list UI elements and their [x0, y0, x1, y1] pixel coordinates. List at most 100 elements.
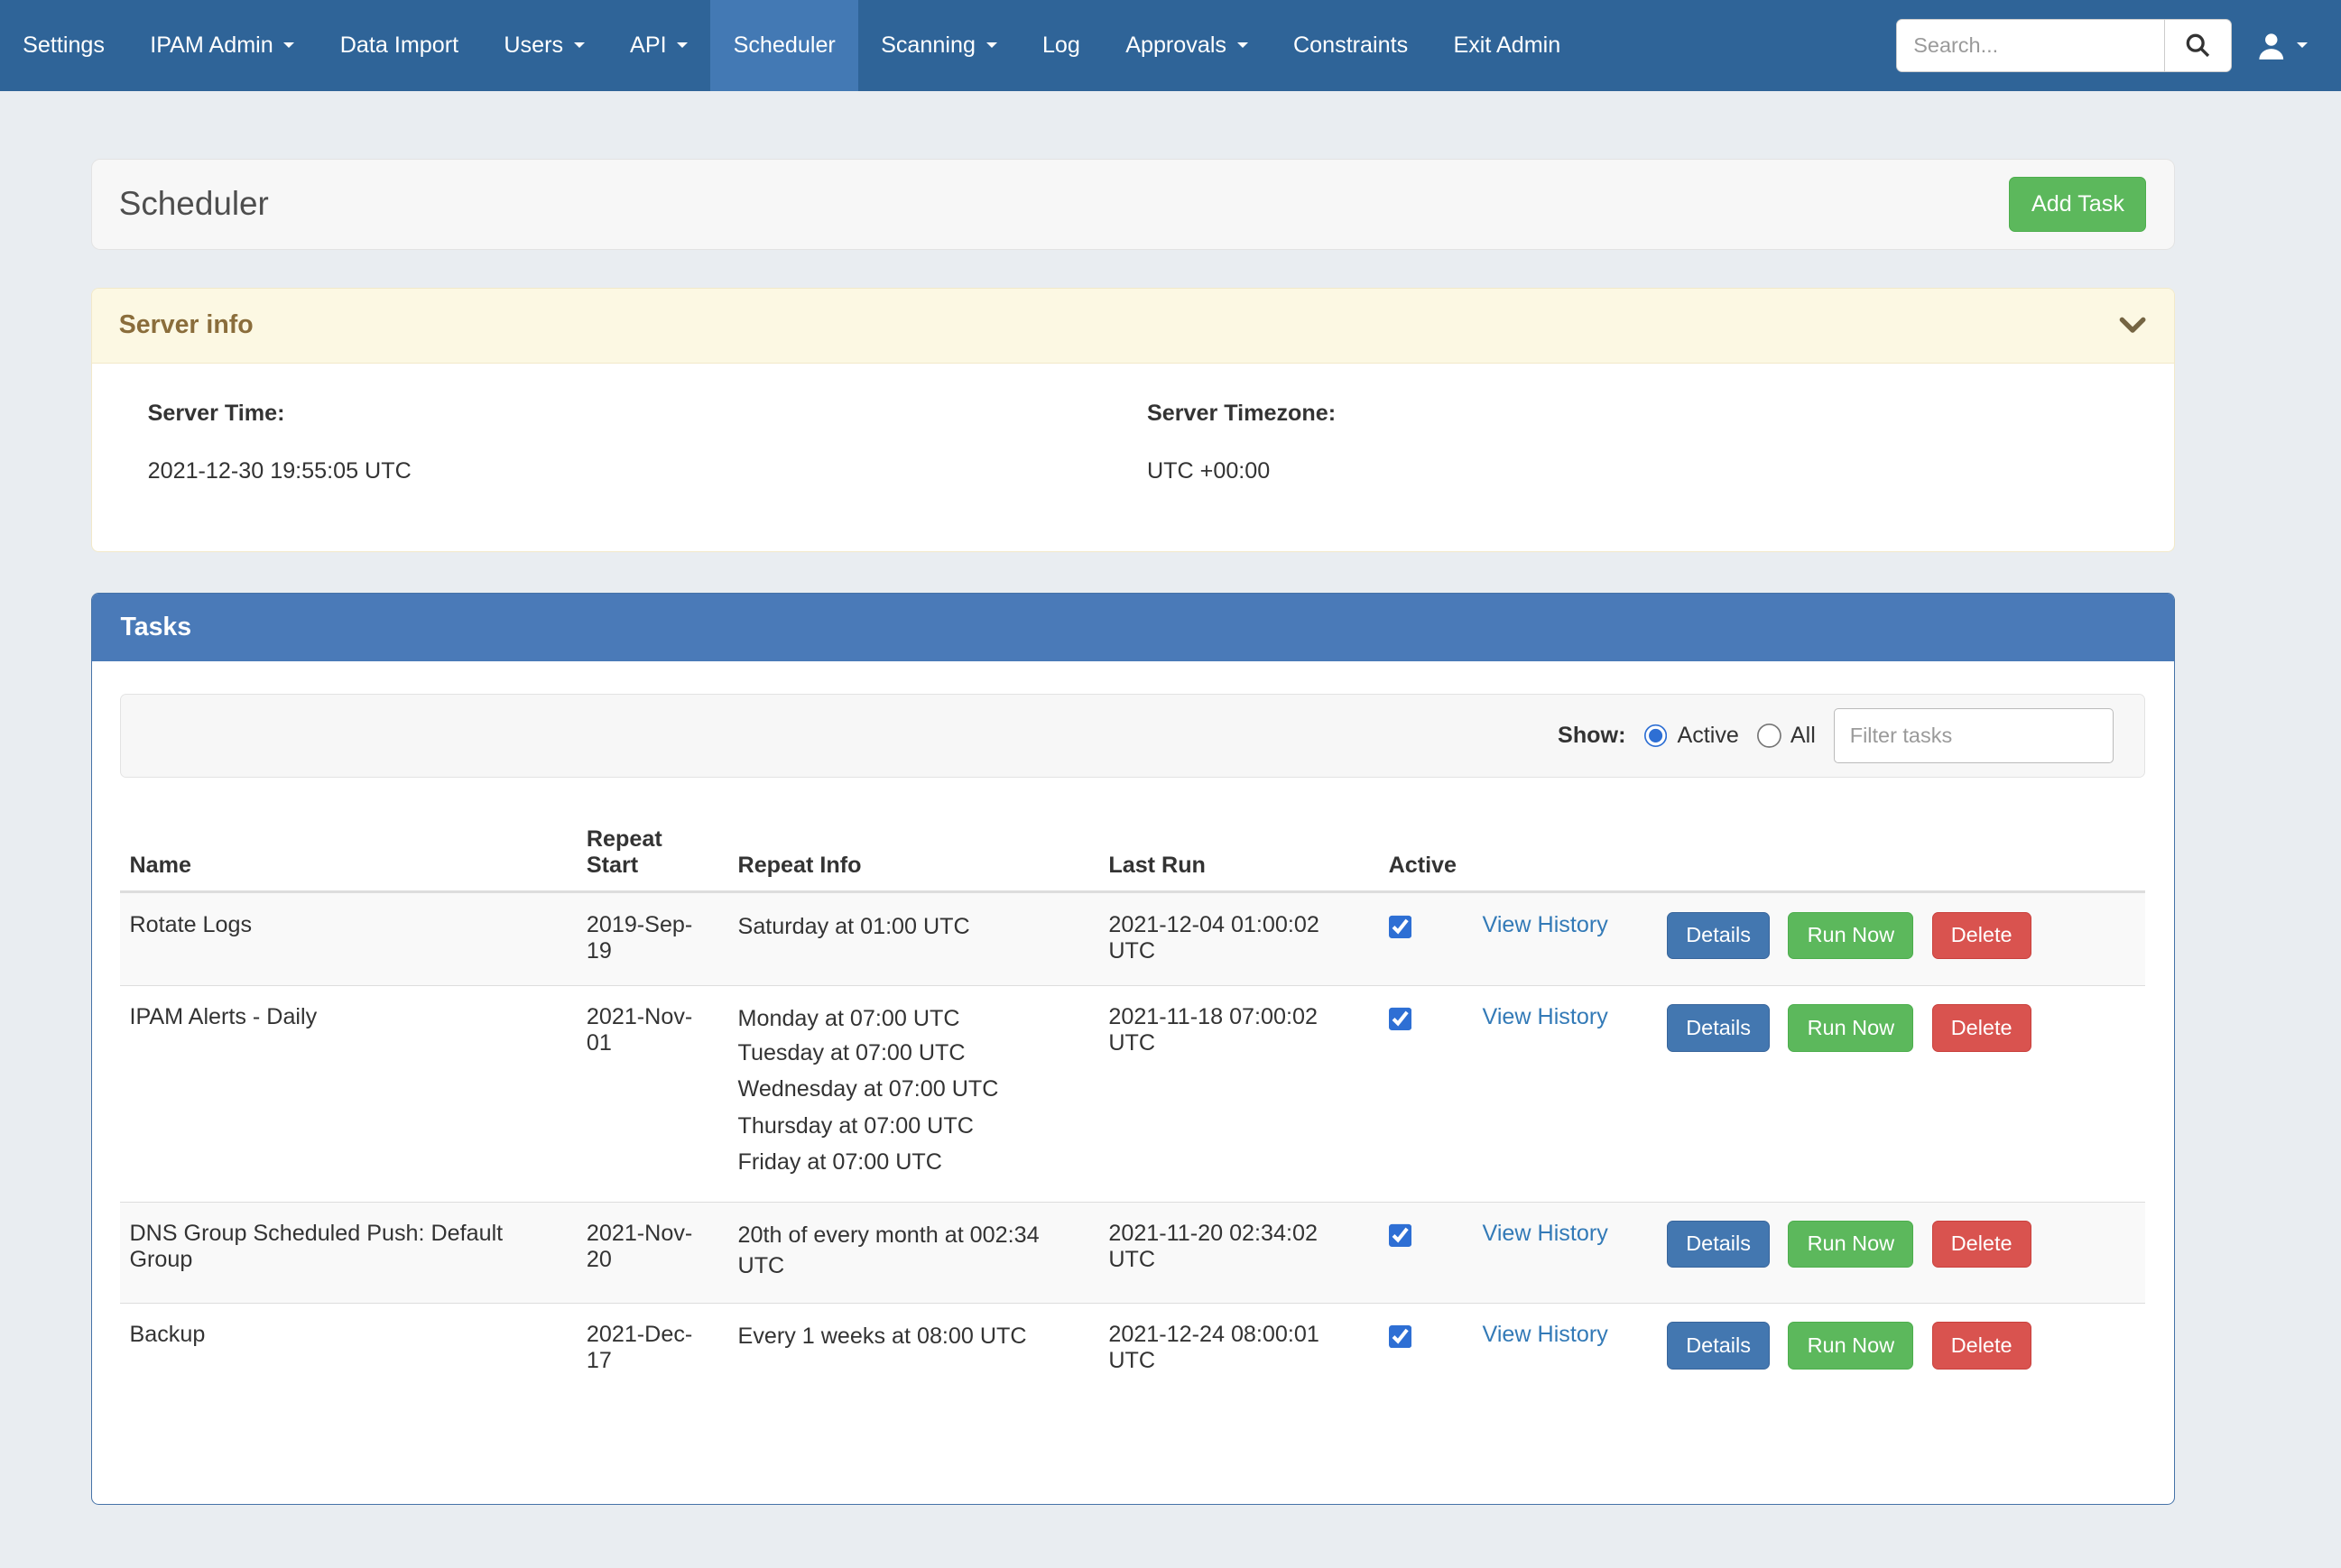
task-history-cell: View History	[1470, 1304, 1655, 1396]
col-name: Name	[120, 815, 574, 892]
repeat-info-line: 20th of every month at 002:34 UTC	[738, 1221, 1085, 1282]
task-repeat-info: Every 1 weeks at 08:00 UTC	[726, 1304, 1096, 1396]
chevron-down-icon	[986, 42, 997, 48]
table-row: Backup 2021-Dec-17 Every 1 weeks at 08:0…	[120, 1304, 2144, 1396]
show-active-radio[interactable]	[1644, 724, 1669, 748]
view-history-link[interactable]: View History	[1483, 912, 1608, 937]
tasks-table: Name Repeat Start Repeat Info Last Run A…	[120, 815, 2144, 1396]
server-info-panel: Server info Server Time: 2021-12-30 19:5…	[91, 288, 2175, 552]
nav-item-settings[interactable]: Settings	[0, 0, 127, 91]
show-active-label: Active	[1677, 723, 1738, 749]
show-label: Show:	[1558, 723, 1625, 749]
server-info-body: Server Time: 2021-12-30 19:55:05 UTC Ser…	[92, 364, 2174, 550]
nav-item-label: Exit Admin	[1453, 32, 1560, 59]
view-history-link[interactable]: View History	[1483, 1004, 1608, 1029]
nav-item-label: Approvals	[1125, 32, 1226, 59]
server-timezone-label: Server Timezone:	[1147, 401, 2146, 427]
repeat-info-line: Thursday at 07:00 UTC	[738, 1108, 1085, 1144]
nav-item-ipam-admin[interactable]: IPAM Admin	[127, 0, 317, 91]
col-last-run: Last Run	[1096, 815, 1376, 892]
user-icon	[2256, 31, 2287, 61]
task-last-run: 2021-11-18 07:00:02 UTC	[1096, 986, 1376, 1203]
server-time-value: 2021-12-30 19:55:05 UTC	[148, 458, 1147, 484]
server-timezone-value: UTC +00:00	[1147, 458, 2146, 484]
add-task-button[interactable]: Add Task	[2009, 177, 2146, 232]
chevron-down-icon	[2119, 317, 2146, 335]
delete-button[interactable]: Delete	[1932, 1004, 2031, 1051]
chevron-down-icon	[1237, 42, 1248, 48]
task-actions-cell: Details Run Now Delete	[1655, 986, 2145, 1203]
search-icon	[2185, 32, 2211, 59]
delete-button[interactable]: Delete	[1932, 912, 2031, 959]
col-active: Active	[1376, 815, 1470, 892]
nav-item-label: Data Import	[340, 32, 458, 59]
nav-item-label: IPAM Admin	[150, 32, 273, 59]
details-button[interactable]: Details	[1667, 912, 1770, 959]
nav-item-approvals[interactable]: Approvals	[1103, 0, 1271, 91]
run-now-button[interactable]: Run Now	[1788, 912, 1913, 959]
tasks-filter-bar: Show: Active All	[120, 694, 2144, 779]
delete-button[interactable]: Delete	[1932, 1221, 2031, 1268]
table-row: DNS Group Scheduled Push: Default Group …	[120, 1202, 2144, 1303]
repeat-info-line: Saturday at 01:00 UTC	[738, 912, 1085, 943]
task-last-run: 2021-12-04 01:00:02 UTC	[1096, 892, 1376, 986]
nav-item-users[interactable]: Users	[481, 0, 607, 91]
show-active-option[interactable]: Active	[1644, 723, 1739, 749]
navbar: Settings IPAM Admin Data Import UsersAPI Sch…	[0, 0, 2341, 91]
active-checkbox[interactable]	[1389, 915, 1413, 939]
run-now-button[interactable]: Run Now	[1788, 1322, 1913, 1369]
server-timezone-block: Server Timezone: UTC +00:00	[1147, 401, 2146, 484]
task-name: Rotate Logs	[120, 892, 574, 986]
nav-item-label: Settings	[23, 32, 105, 59]
delete-button[interactable]: Delete	[1932, 1322, 2031, 1369]
search-button[interactable]	[2165, 19, 2232, 72]
task-repeat-start: 2021-Nov-20	[574, 1202, 726, 1303]
main-content: Scheduler Add Task Server info Server Ti…	[91, 159, 2175, 1505]
task-repeat-info: Saturday at 01:00 UTC	[726, 892, 1096, 986]
details-button[interactable]: Details	[1667, 1221, 1770, 1268]
nav-item-api[interactable]: API	[607, 0, 711, 91]
task-actions-cell: Details Run Now Delete	[1655, 892, 2145, 986]
task-name: Backup	[120, 1304, 574, 1396]
nav-item-label: Scheduler	[734, 32, 836, 59]
table-header-row: Name Repeat Start Repeat Info Last Run A…	[120, 815, 2144, 892]
run-now-button[interactable]: Run Now	[1788, 1221, 1913, 1268]
navbar-items: Settings IPAM Admin Data Import UsersAPI Sch…	[0, 0, 1583, 91]
task-repeat-start: 2021-Dec-17	[574, 1304, 726, 1396]
task-actions-cell: Details Run Now Delete	[1655, 1202, 2145, 1303]
col-repeat-info: Repeat Info	[726, 815, 1096, 892]
filter-tasks-input[interactable]	[1834, 708, 2114, 762]
nav-item-exit-admin[interactable]: Exit Admin	[1430, 0, 1583, 91]
details-button[interactable]: Details	[1667, 1322, 1770, 1369]
task-active-cell	[1376, 1202, 1470, 1303]
repeat-info-line: Monday at 07:00 UTC	[738, 1004, 1085, 1035]
task-name: DNS Group Scheduled Push: Default Group	[120, 1202, 574, 1303]
active-checkbox[interactable]	[1389, 1223, 1413, 1248]
col-actions	[1655, 815, 2145, 892]
nav-item-constraints[interactable]: Constraints	[1271, 0, 1430, 91]
repeat-info-line: Friday at 07:00 UTC	[738, 1144, 1085, 1180]
active-checkbox[interactable]	[1389, 1007, 1413, 1031]
show-all-option[interactable]: All	[1757, 723, 1816, 749]
view-history-link[interactable]: View History	[1483, 1221, 1608, 1246]
search-input[interactable]	[1896, 19, 2165, 72]
user-menu-button[interactable]	[2232, 31, 2314, 61]
show-all-radio[interactable]	[1757, 724, 1781, 748]
nav-item-scheduler[interactable]: Scheduler	[710, 0, 858, 91]
task-last-run: 2021-11-20 02:34:02 UTC	[1096, 1202, 1376, 1303]
nav-item-label: Scanning	[881, 32, 976, 59]
col-repeat-start: Repeat Start	[574, 815, 726, 892]
nav-item-scanning[interactable]: Scanning	[858, 0, 1020, 91]
table-row: IPAM Alerts - Daily 2021-Nov-01 Monday a…	[120, 986, 2144, 1203]
page-header-panel: Scheduler Add Task	[91, 159, 2175, 250]
active-checkbox[interactable]	[1389, 1325, 1413, 1350]
task-name: IPAM Alerts - Daily	[120, 986, 574, 1203]
nav-item-log[interactable]: Log	[1020, 0, 1103, 91]
nav-item-data-import[interactable]: Data Import	[318, 0, 482, 91]
run-now-button[interactable]: Run Now	[1788, 1004, 1913, 1051]
view-history-link[interactable]: View History	[1483, 1322, 1608, 1347]
tasks-panel-title: Tasks	[92, 594, 2174, 661]
server-info-header[interactable]: Server info	[92, 289, 2174, 364]
col-history	[1470, 815, 1655, 892]
details-button[interactable]: Details	[1667, 1004, 1770, 1051]
